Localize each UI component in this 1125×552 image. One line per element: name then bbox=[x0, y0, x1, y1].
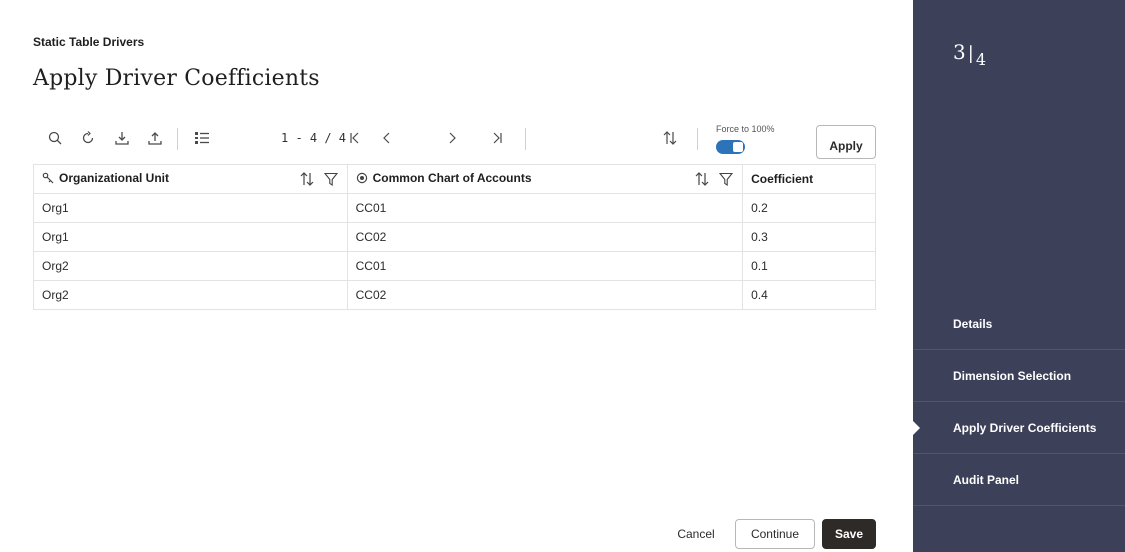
next-page-icon[interactable] bbox=[440, 126, 464, 150]
upload-icon[interactable] bbox=[143, 126, 167, 150]
refresh-icon[interactable] bbox=[76, 126, 100, 150]
toolbar-divider bbox=[697, 128, 698, 150]
table-row[interactable]: Org1 CC01 0.2 bbox=[33, 193, 876, 223]
sidebar-item-dimension-selection[interactable]: Dimension Selection bbox=[913, 350, 1125, 402]
cell-org-unit[interactable]: Org2 bbox=[33, 251, 348, 281]
sidebar-item-label: Dimension Selection bbox=[953, 368, 1072, 383]
key-icon bbox=[42, 172, 56, 187]
cell-coefficient[interactable]: 0.1 bbox=[742, 251, 876, 281]
cell-org-unit[interactable]: Org2 bbox=[33, 280, 348, 310]
step-current: 3 bbox=[953, 40, 966, 64]
page-title: Apply Driver Coefficients bbox=[33, 66, 320, 91]
cell-coefficient[interactable]: 0.3 bbox=[742, 222, 876, 252]
sidebar-item-audit-panel[interactable]: Audit Panel bbox=[913, 454, 1125, 506]
cell-org-unit[interactable]: Org1 bbox=[33, 193, 348, 223]
first-page-icon[interactable] bbox=[343, 126, 367, 150]
target-icon bbox=[356, 172, 370, 187]
sort-icon[interactable] bbox=[299, 171, 315, 187]
coefficients-table: Organizational Unit Common Chart of Acco… bbox=[33, 164, 876, 310]
table-row[interactable]: Org2 CC02 0.4 bbox=[33, 280, 876, 310]
table-toolbar: 1 - 4 / 4 Force to 100% Apply bbox=[33, 122, 876, 162]
download-icon[interactable] bbox=[110, 126, 134, 150]
table-row[interactable]: Org1 CC02 0.3 bbox=[33, 222, 876, 252]
cell-coefficient[interactable]: 0.2 bbox=[742, 193, 876, 223]
table-row[interactable]: Org2 CC01 0.1 bbox=[33, 251, 876, 281]
last-page-icon[interactable] bbox=[485, 126, 509, 150]
column-label: Organizational Unit bbox=[59, 171, 170, 185]
step-indicator: 3 | 4 bbox=[953, 40, 986, 69]
cell-chart-of-accounts[interactable]: CC02 bbox=[346, 222, 743, 252]
filter-icon[interactable] bbox=[323, 171, 339, 187]
cell-chart-of-accounts[interactable]: CC01 bbox=[346, 193, 743, 223]
cell-coefficient[interactable]: 0.4 bbox=[742, 280, 876, 310]
cell-org-unit[interactable]: Org1 bbox=[33, 222, 348, 252]
table-header-row: Organizational Unit Common Chart of Acco… bbox=[33, 164, 876, 194]
column-header-organizational-unit[interactable]: Organizational Unit bbox=[33, 164, 348, 194]
save-button[interactable]: Save bbox=[822, 519, 876, 549]
toolbar-divider bbox=[525, 128, 526, 150]
page-eyebrow: Static Table Drivers bbox=[33, 35, 145, 49]
search-icon[interactable] bbox=[43, 126, 67, 150]
prev-page-icon[interactable] bbox=[375, 126, 399, 150]
force-to-100-label: Force to 100% bbox=[716, 124, 775, 134]
step-total: 4 bbox=[975, 50, 986, 69]
sidebar-item-details[interactable]: Details bbox=[913, 298, 1125, 350]
toggle-knob bbox=[733, 142, 743, 152]
active-step-pointer bbox=[913, 421, 920, 435]
sidebar-item-label: Apply Driver Coefficients bbox=[953, 420, 1097, 435]
step-divider: | bbox=[967, 43, 974, 64]
toolbar-divider bbox=[177, 128, 178, 150]
force-to-100-toggle[interactable] bbox=[716, 140, 745, 154]
sidebar-item-apply-driver-coefficients[interactable]: Apply Driver Coefficients bbox=[913, 402, 1125, 454]
main-panel: Static Table Drivers Apply Driver Coeffi… bbox=[0, 0, 913, 552]
sort-icon[interactable] bbox=[694, 171, 710, 187]
column-label: Common Chart of Accounts bbox=[372, 171, 532, 185]
continue-button[interactable]: Continue bbox=[735, 519, 815, 549]
column-header-common-chart-of-accounts[interactable]: Common Chart of Accounts bbox=[346, 164, 743, 194]
list-icon[interactable] bbox=[190, 126, 214, 150]
sidebar-item-label: Details bbox=[953, 316, 993, 331]
filter-icon[interactable] bbox=[718, 171, 734, 187]
cell-chart-of-accounts[interactable]: CC02 bbox=[346, 280, 743, 310]
cancel-button[interactable]: Cancel bbox=[670, 519, 722, 549]
pagination-range: 1 - 4 / 4 bbox=[281, 131, 347, 145]
sort-icon[interactable] bbox=[658, 126, 682, 150]
apply-button[interactable]: Apply bbox=[816, 125, 876, 159]
cell-chart-of-accounts[interactable]: CC01 bbox=[346, 251, 743, 281]
column-header-coefficient[interactable]: Coefficient bbox=[742, 164, 876, 194]
sidebar-item-label: Audit Panel bbox=[953, 472, 1020, 487]
train-sidebar: 3 | 4 Details Dimension Selection Apply Dr… bbox=[913, 0, 1125, 552]
